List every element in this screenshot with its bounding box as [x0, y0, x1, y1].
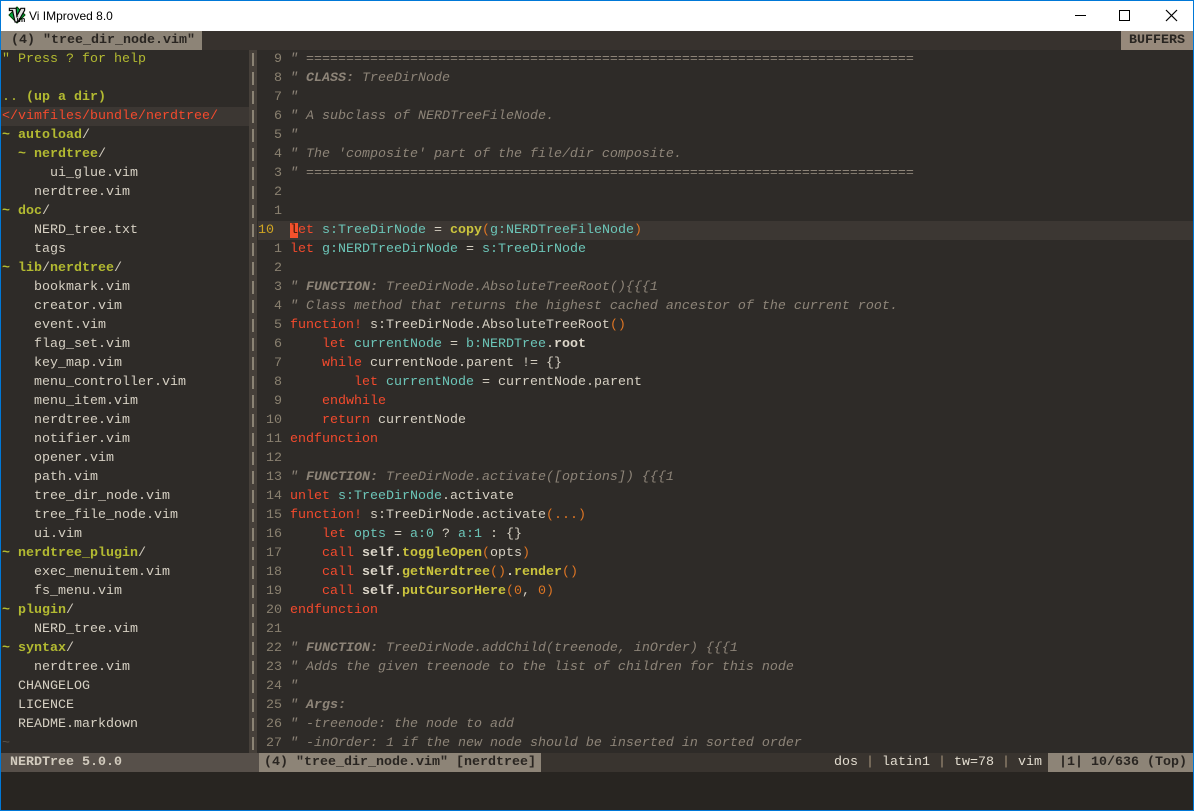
svg-text:im: im — [17, 15, 26, 24]
